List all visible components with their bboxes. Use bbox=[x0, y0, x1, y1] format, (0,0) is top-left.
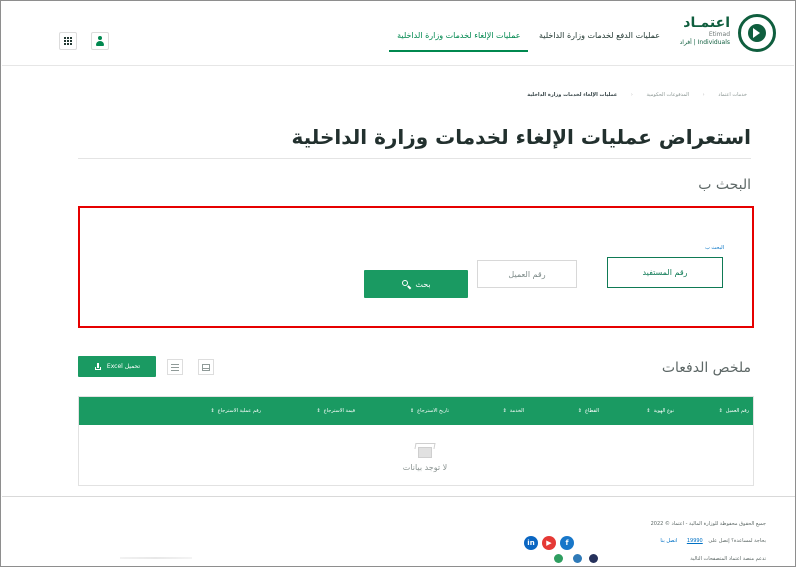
search-by-caption: البحث ب bbox=[705, 245, 724, 251]
column-service[interactable]: الخدمة ⇕ bbox=[453, 397, 528, 425]
search-icon bbox=[401, 279, 411, 289]
payments-table: رقم العميل ⇕ نوع الهوية ⇕ القطاع ⇕ الخدم… bbox=[78, 396, 754, 486]
breadcrumb: خدمات اعتماد ‹ المدفوعات الحكومية ‹ عملي… bbox=[527, 92, 747, 98]
header-actions bbox=[59, 32, 109, 50]
sort-icon: ⇕ bbox=[316, 408, 321, 414]
page-frame: اعتمـاد Etimad Individuals | أفراد عمليا… bbox=[0, 0, 796, 567]
table-view-icon[interactable] bbox=[198, 359, 214, 375]
contact-us-link[interactable]: اتصل بنا bbox=[660, 538, 677, 544]
list-view-icon[interactable] bbox=[167, 359, 183, 375]
youtube-icon[interactable]: ▶ bbox=[542, 536, 556, 550]
summary-section-title: ملخص الدفعات bbox=[661, 360, 751, 376]
copyright-text: جميع الحقوق محفوظة للوزارة المالية - اعت… bbox=[650, 521, 766, 527]
breadcrumb-separator-icon: ‹ bbox=[702, 92, 705, 98]
facebook-icon[interactable]: f bbox=[560, 536, 574, 550]
logo-name: اعتمـاد bbox=[683, 15, 730, 31]
nav-cancellation-operations[interactable]: عمليات الإلغاء لخدمات وزارة الداخلية bbox=[389, 23, 529, 52]
sort-icon: ⇕ bbox=[718, 408, 723, 414]
empty-box-icon bbox=[413, 437, 437, 461]
search-section-title: البحث ب bbox=[698, 177, 751, 193]
breadcrumb-current: عمليات الإلغاء لخدمات وزارة الداخلية bbox=[527, 92, 618, 98]
breadcrumb-home[interactable]: خدمات اعتماد bbox=[718, 92, 747, 98]
breadcrumb-government-payments[interactable]: المدفوعات الحكومية bbox=[647, 92, 690, 98]
nav-payment-operations[interactable]: عمليات الدفع لخدمات وزارة الداخلية bbox=[531, 23, 668, 50]
beneficiary-number-option[interactable]: رقم المستفيد bbox=[607, 257, 723, 288]
customer-number-field[interactable]: رقم العميل bbox=[477, 260, 577, 288]
etimad-logo-mark-icon bbox=[738, 14, 776, 52]
phone-link[interactable]: 19990 bbox=[687, 538, 703, 544]
download-excel-button[interactable]: تحميل Excel bbox=[78, 356, 156, 377]
sort-icon: ⇕ bbox=[502, 408, 507, 414]
sort-icon: ⇕ bbox=[577, 408, 582, 414]
empty-state: لا توجد بيانات bbox=[385, 437, 465, 477]
column-refund-operation-number[interactable]: رقم عملية الاسترجاع ⇕ bbox=[139, 397, 265, 425]
supported-browsers-text: تدعم منصة اعتماد المتصفحات التالية bbox=[690, 556, 766, 562]
empty-state-message: لا توجد بيانات bbox=[402, 463, 448, 472]
column-refund-amount[interactable]: قيمة الاسترجاع ⇕ bbox=[265, 397, 359, 425]
sort-icon: ⇕ bbox=[646, 408, 651, 414]
column-refund-date[interactable]: تاريخ الاسترجاع ⇕ bbox=[359, 397, 453, 425]
search-panel: البحث ب رقم المستفيد رقم العميل بحث bbox=[78, 206, 754, 328]
download-excel-label: تحميل Excel bbox=[106, 363, 141, 370]
search-button-label: بحث bbox=[415, 279, 431, 289]
logo-subtitle: Individuals | أفراد bbox=[679, 39, 730, 46]
search-button[interactable]: بحث bbox=[364, 270, 468, 298]
linkedin-icon[interactable]: in bbox=[524, 536, 538, 550]
help-contact-line: بحاجة لمساعدة؟ إتصل على 19990 اتصل بنا bbox=[656, 538, 766, 544]
table-header-row: رقم العميل ⇕ نوع الهوية ⇕ القطاع ⇕ الخدم… bbox=[79, 397, 753, 425]
breadcrumb-separator-icon: ‹ bbox=[630, 92, 633, 98]
page-title: استعراض عمليات الإلغاء لخدمات وزارة الدا… bbox=[291, 125, 751, 149]
top-header: اعتمـاد Etimad Individuals | أفراد عمليا… bbox=[2, 2, 794, 66]
logo-latin-name: Etimad bbox=[708, 31, 730, 38]
firefox-icon bbox=[573, 554, 582, 563]
help-text: بحاجة لمساعدة؟ إتصل على bbox=[708, 538, 766, 544]
download-icon bbox=[94, 362, 102, 371]
column-customer-number[interactable]: رقم العميل ⇕ bbox=[678, 397, 753, 425]
sort-icon: ⇕ bbox=[409, 408, 415, 414]
column-id-type[interactable]: نوع الهوية ⇕ bbox=[603, 397, 678, 425]
chrome-icon bbox=[554, 554, 563, 563]
user-icon[interactable] bbox=[91, 32, 109, 50]
etimad-logo[interactable]: اعتمـاد Etimad Individuals | أفراد bbox=[666, 14, 776, 56]
faint-footer-divider bbox=[120, 557, 192, 559]
apps-grid-icon[interactable] bbox=[59, 32, 77, 50]
column-sector[interactable]: القطاع ⇕ bbox=[528, 397, 603, 425]
top-navigation: عمليات الدفع لخدمات وزارة الداخلية عمليا… bbox=[389, 23, 668, 52]
edge-icon bbox=[589, 554, 598, 563]
title-divider bbox=[78, 158, 751, 159]
sort-icon: ⇕ bbox=[210, 408, 215, 414]
